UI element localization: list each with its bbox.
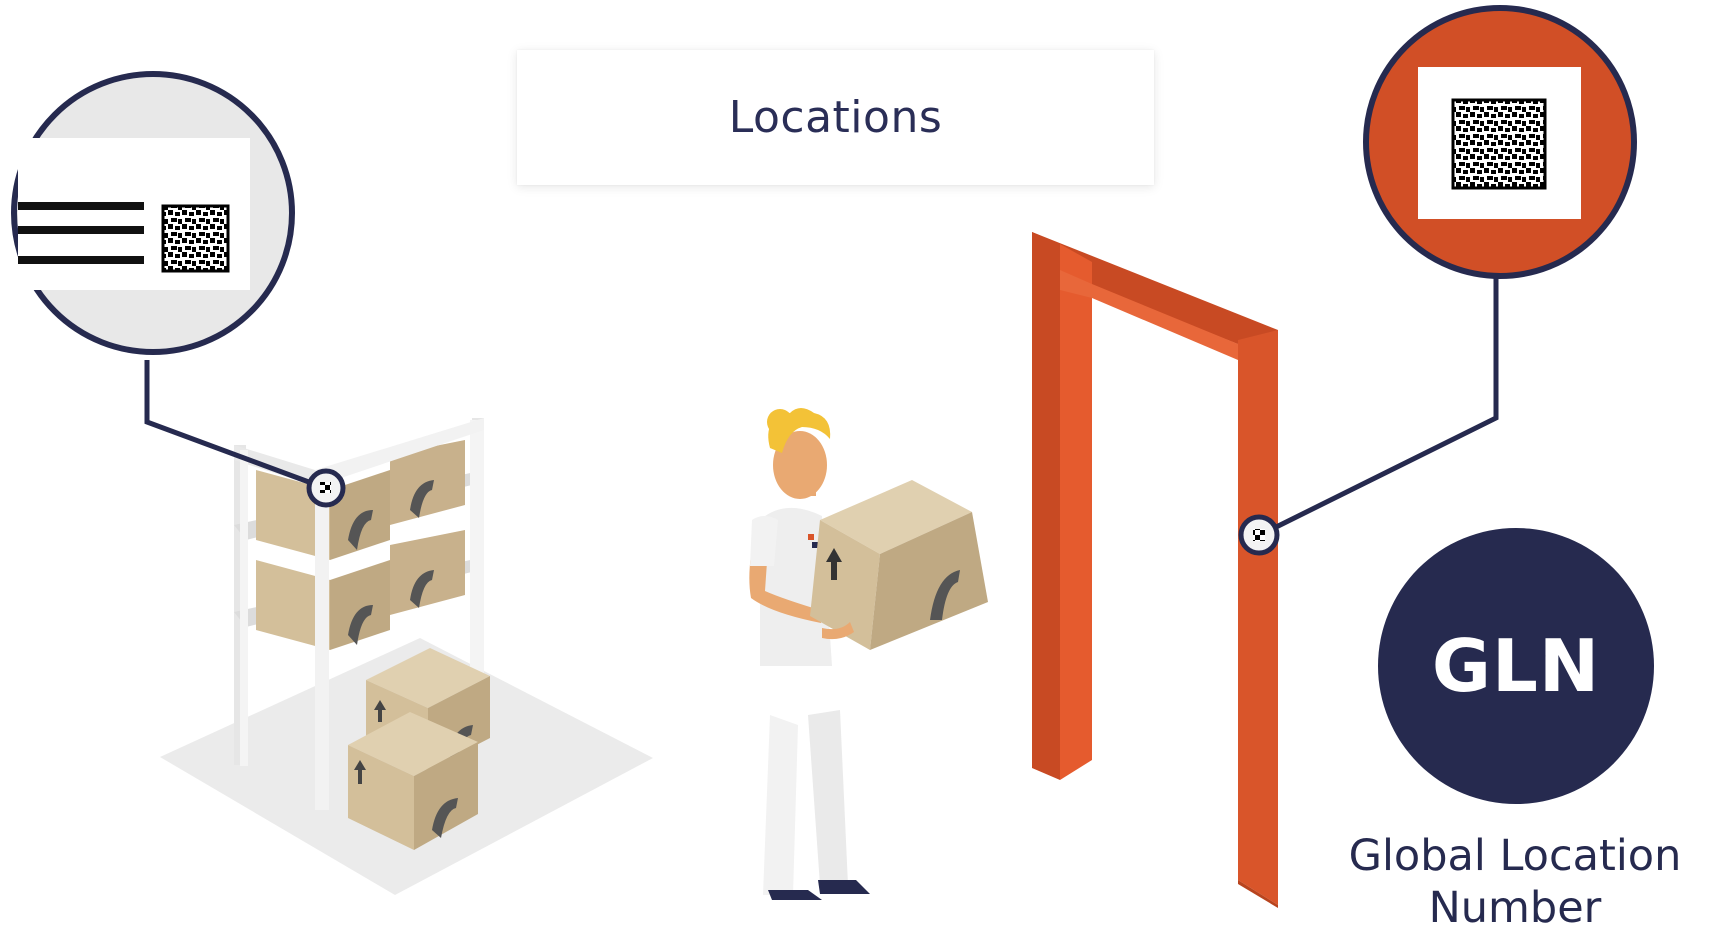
datamatrix-barcode-icon: [1451, 98, 1547, 190]
gln-label: GLN: [1431, 624, 1601, 708]
gln-caption-line1: Global Location: [1348, 831, 1682, 881]
worker-carrying-box: [749, 408, 988, 900]
shelf-label-callout: [11, 71, 346, 508]
box: [390, 530, 465, 615]
gln-caption: Global Location Number: [1320, 830, 1710, 934]
door-label-callout: [1238, 5, 1637, 556]
storage-shelf: [160, 418, 653, 895]
gln-caption-line2: Number: [1428, 883, 1602, 933]
gln-badge: GLN: [1378, 528, 1654, 804]
datamatrix-barcode-icon: [161, 204, 230, 273]
door-frame: [1032, 232, 1278, 908]
title-card: Locations: [517, 50, 1154, 185]
page-title: Locations: [728, 92, 943, 143]
